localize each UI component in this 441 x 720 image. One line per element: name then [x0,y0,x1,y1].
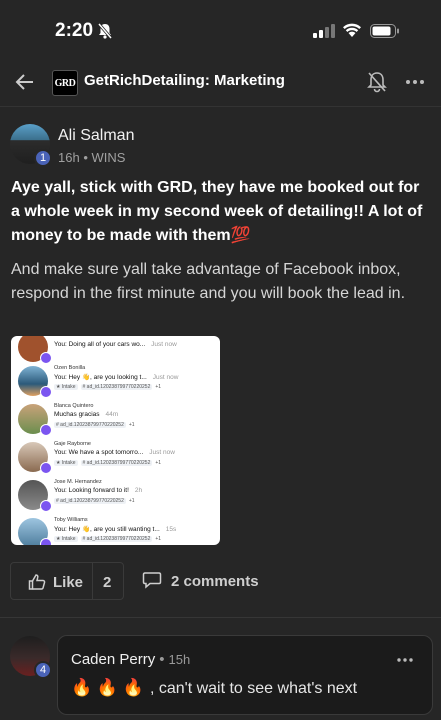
message-tags: ★ Intake # ad_id.120238799770220252 +1 [54,460,162,466]
list-item: Ozen Bonilla You: Hey 👋, are you looking… [11,362,220,400]
post-author[interactable]: Ali Salman [58,127,134,145]
post-actions: Like 2 2 comments [10,562,430,602]
post-title: Aye yall, stick with GRD, they have me b… [11,176,431,248]
fire-emoji: 🔥 🔥 🔥 [71,678,144,697]
message-tags: ★ Intake # ad_id.120238799770220252 +1 [54,384,162,390]
level-badge: 4 [34,661,52,679]
message-preview: You: Looking forward to it! 2h [54,487,143,494]
back-arrow-icon[interactable] [14,70,36,94]
post-image[interactable]: You: Doing all of your cars wo... Just no… [11,336,220,545]
status-bar: 2:20 [0,0,441,60]
comment-text: 🔥 🔥 🔥 , can't wait to see what's next [71,678,357,698]
level-badge: 1 [34,149,52,167]
contact-name: Gaje Rayborne [54,441,91,447]
status-time: 2:20 [55,20,94,41]
list-item: Blanca Quintero Muchas gracias 44m # ad_i… [11,400,220,438]
contact-name: Blanca Quintero [54,403,94,409]
like-label: Like [53,574,84,591]
list-item: Jose M. Hernandez You: Looking forward t… [11,476,220,514]
thumbs-up-icon [28,574,46,590]
post-meta: 16h • WINS [58,150,125,165]
battery-icon [370,24,399,38]
message-tags: # ad_id.120238799770220252 +1 [54,422,135,428]
like-button[interactable]: Like 2 [10,562,124,600]
author-avatar[interactable]: 1 [10,124,52,167]
post-time: 16h [58,150,80,165]
group-logo[interactable]: GRD [52,70,78,96]
list-item: Toby Williams You: Hey 👋, are you still … [11,514,220,545]
post-body: And make sure yall take advantage of Fac… [11,261,406,302]
meta-separator: • [83,150,88,165]
bell-off-icon [97,23,113,39]
group-name[interactable]: GetRichDetailing: Marketing [84,72,285,89]
comment-header: Caden Perry • 15h [71,651,190,668]
message-preview: Muchas gracias 44m [54,411,119,418]
comments-count-label: 2 comments [171,573,259,590]
comment-more-icon[interactable] [396,653,414,667]
more-options-icon[interactable] [404,72,426,92]
post-category[interactable]: WINS [92,150,126,165]
hundred-points-emoji: 💯 [230,227,251,244]
comment-body: , can't wait to see what's next [149,680,358,697]
contact-name: Ozen Bonilla [54,365,86,371]
comment-author[interactable]: Caden Perry [71,651,155,668]
commenter-avatar[interactable]: 4 [10,636,52,679]
comment-bubble-icon [142,572,162,589]
messenger-icon [40,538,52,545]
top-app-bar: GRD GetRichDetailing: Marketing [0,60,441,107]
wifi-icon [343,23,361,37]
message-preview: You: Hey 👋, are you looking t... Just now [54,374,179,381]
message-tags: # ad_id.120238799770220252 +1 [54,498,135,504]
message-preview: You: Hey 👋, are you still wanting t... 15… [54,526,177,533]
comment-bubble: Caden Perry • 15h 🔥 🔥 🔥 , can't wait to see… [57,635,433,715]
like-count[interactable]: 2 [103,574,111,591]
notification-bell-off-icon[interactable] [366,70,388,94]
section-divider [0,617,441,618]
message-preview: You: Doing all of your cars wo... Just no… [54,341,177,348]
signal-icon [313,24,335,38]
contact-name: Toby Williams [54,517,88,523]
messenger-icon [40,462,52,474]
list-item: Gaje Rayborne You: We have a spot tomorr… [11,438,220,476]
post-title-text: Aye yall, stick with GRD, they have me b… [11,179,423,244]
message-tags: ★ Intake # ad_id.120238799770220252 +1 [54,536,162,542]
comment-time: 15h [168,652,191,667]
like-divider [92,563,93,599]
messenger-icon [40,424,52,436]
comment-separator: • [159,651,165,668]
contact-name: Jose M. Hernandez [54,479,102,485]
messenger-icon [40,500,52,512]
message-preview: You: We have a spot tomorro... Just now [54,449,175,456]
messenger-icon [40,386,52,398]
